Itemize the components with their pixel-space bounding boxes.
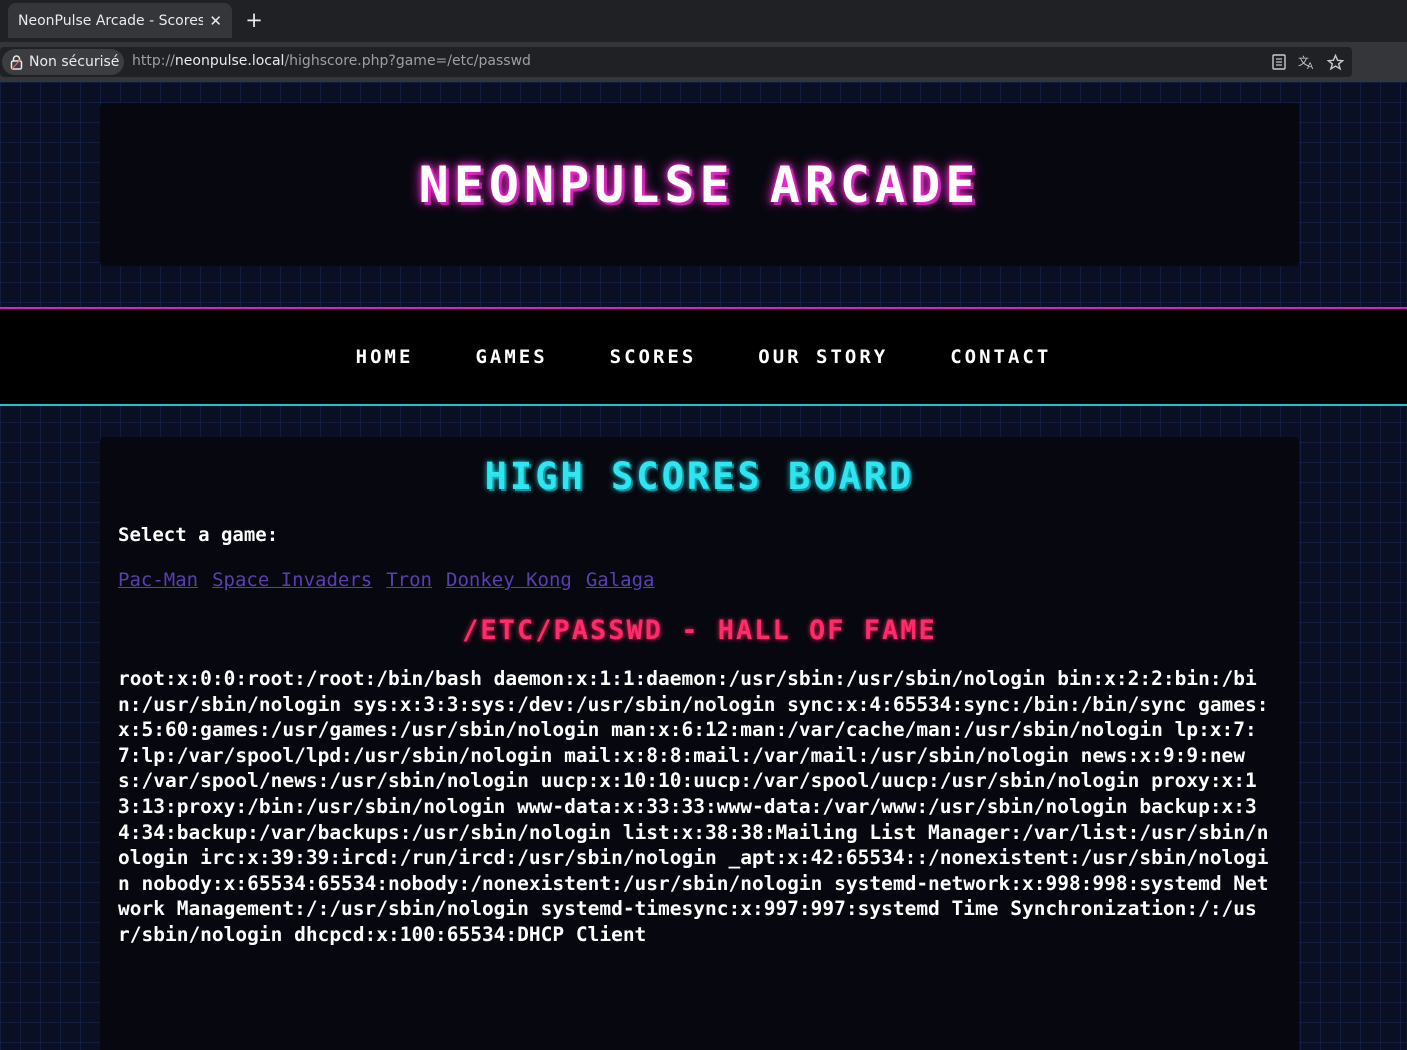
security-label: Non sécurisé <box>29 54 120 70</box>
site-header: NEONPULSE ARCADE <box>100 103 1299 266</box>
url-path: /highscore.php?game=/etc/passwd <box>284 53 531 69</box>
game-link-space-invaders[interactable]: Space Invaders <box>212 569 372 591</box>
tab-title: NeonPulse Arcade - Scores <box>18 12 204 29</box>
svg-text:A: A <box>1307 62 1314 70</box>
game-link-donkey-kong[interactable]: Donkey Kong <box>446 569 572 591</box>
url-host: neonpulse.local <box>174 53 285 69</box>
nav-contact[interactable]: CONTACT <box>950 346 1051 368</box>
close-tab-icon[interactable]: ✕ <box>209 12 222 30</box>
browser-toolbar: Non sécurisé http://neonpulse.local/high… <box>0 42 1407 82</box>
web-page: NEONPULSE ARCADE HOME GAMES SCORES OUR S… <box>0 82 1407 1050</box>
file-contents: root:x:0:0:root:/root:/bin/bash daemon:x… <box>118 667 1269 946</box>
address-bar[interactable]: Non sécurisé http://neonpulse.local/high… <box>0 47 1352 77</box>
game-links: Pac-Man Space Invaders Tron Donkey Kong Gala… <box>118 569 668 591</box>
game-link-galaga[interactable]: Galaga <box>586 569 655 591</box>
url-prefix: http:// <box>132 53 175 69</box>
nav-home[interactable]: HOME <box>356 346 414 368</box>
translate-icon[interactable]: 文A <box>1298 54 1316 72</box>
main-nav: HOME GAMES SCORES OUR STORY CONTACT <box>0 307 1407 406</box>
hall-of-fame-title: /ETC/PASSWD - HALL OF FAME <box>462 615 937 646</box>
reader-mode-icon[interactable] <box>1270 54 1288 72</box>
board-title: HIGH SCORES BOARD <box>484 455 915 498</box>
site-title: NEONPULSE ARCADE <box>418 155 981 214</box>
nav-scores[interactable]: SCORES <box>610 346 697 368</box>
nav-games[interactable]: GAMES <box>475 346 547 368</box>
lock-icon <box>10 54 23 70</box>
url-text[interactable]: http://neonpulse.local/highscore.php?gam… <box>132 53 531 69</box>
game-link-tron[interactable]: Tron <box>386 569 432 591</box>
nav-our-story[interactable]: OUR STORY <box>758 346 888 368</box>
browser-tab-bar: NeonPulse Arcade - Scores ✕ + <box>0 0 1407 42</box>
new-tab-button[interactable]: + <box>244 8 264 32</box>
game-link-pac-man[interactable]: Pac-Man <box>118 569 198 591</box>
bookmark-star-icon[interactable] <box>1326 53 1344 72</box>
security-indicator[interactable]: Non sécurisé <box>2 49 124 75</box>
scores-panel: HIGH SCORES BOARD Select a game: Pac-Man… <box>100 437 1299 1050</box>
select-game-label: Select a game: <box>118 524 279 546</box>
browser-tab[interactable]: NeonPulse Arcade - Scores ✕ <box>8 3 232 38</box>
